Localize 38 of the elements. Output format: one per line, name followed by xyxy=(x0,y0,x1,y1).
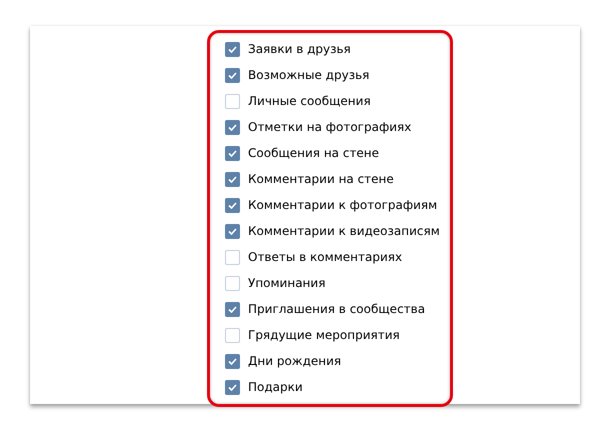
checkbox[interactable] xyxy=(225,94,240,108)
checkbox-label: Приглашения в сообщества xyxy=(248,302,426,316)
checkmark-icon xyxy=(228,72,237,78)
checkbox-label: Возможные друзья xyxy=(248,68,370,82)
checkbox-label: Дни рождения xyxy=(248,354,342,368)
checkmark-icon xyxy=(228,150,237,156)
checkmark-icon xyxy=(228,176,237,182)
checkmark-icon xyxy=(228,384,237,390)
checkbox[interactable] xyxy=(225,276,240,290)
checkmark-icon xyxy=(228,306,237,312)
checkbox[interactable] xyxy=(225,328,240,342)
checkbox-label: Ответы в комментариях xyxy=(248,250,402,264)
checkbox[interactable] xyxy=(225,354,240,368)
checkbox-label: Личные сообщения xyxy=(248,94,371,108)
checkbox-label: Упоминания xyxy=(248,276,326,290)
checkbox[interactable] xyxy=(225,250,240,264)
checkmark-icon xyxy=(228,202,237,208)
checkbox[interactable] xyxy=(225,146,240,160)
checkbox[interactable] xyxy=(225,120,240,134)
checkbox-label: Комментарии на стене xyxy=(248,172,394,186)
checkbox[interactable] xyxy=(225,172,240,186)
checkbox[interactable] xyxy=(225,302,240,316)
checkbox[interactable] xyxy=(225,224,240,238)
checkbox-label: Подарки xyxy=(248,380,303,394)
checkbox[interactable] xyxy=(225,198,240,212)
checkbox-label: Комментарии к видеозаписям xyxy=(248,224,440,238)
checkmark-icon xyxy=(228,46,237,52)
checkbox-label: Грядущие мероприятия xyxy=(248,328,400,342)
checkmark-icon xyxy=(228,124,237,130)
checkbox[interactable] xyxy=(225,42,240,56)
checkbox[interactable] xyxy=(225,68,240,82)
checkmark-icon xyxy=(228,358,237,364)
checkbox-label: Отметки на фотографиях xyxy=(248,120,412,134)
checkbox-label: Заявки в друзья xyxy=(248,42,351,56)
checkbox[interactable] xyxy=(225,380,240,394)
checkbox-label: Комментарии к фотографиям xyxy=(248,198,438,212)
checkbox-label: Сообщения на стене xyxy=(248,146,380,160)
checkmark-icon xyxy=(228,228,237,234)
